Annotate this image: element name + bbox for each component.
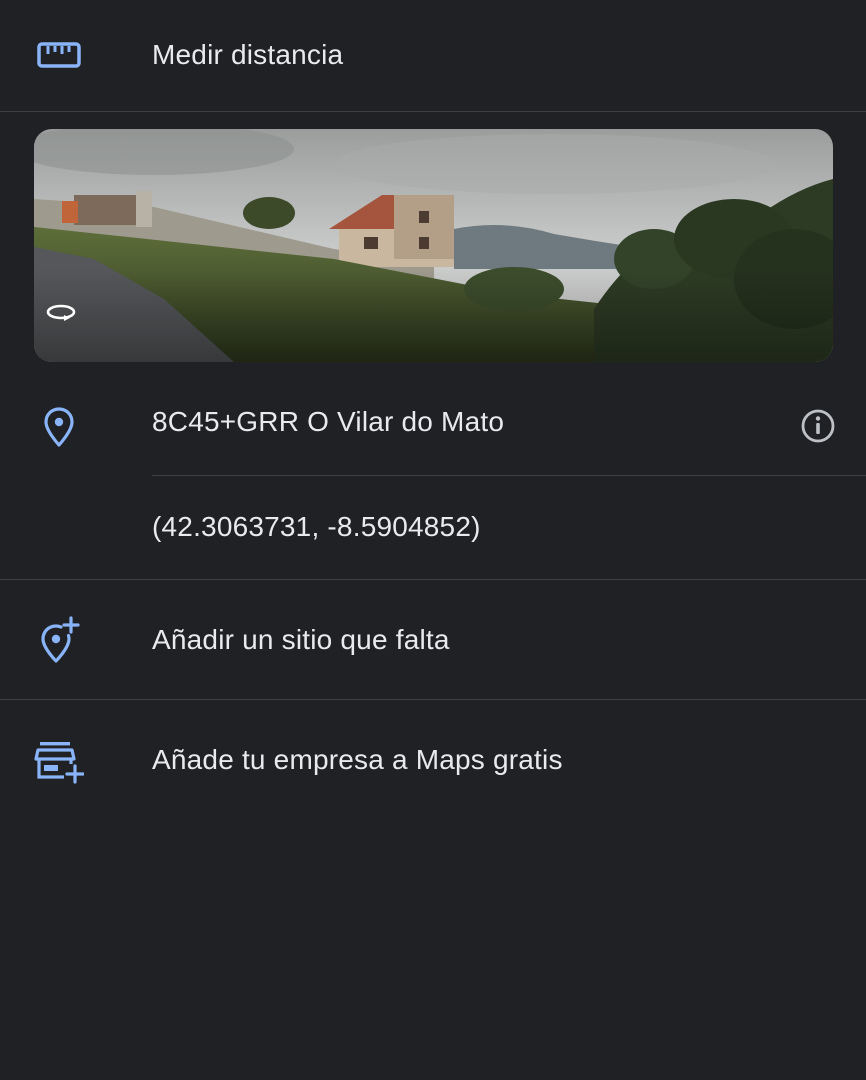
street-view-image (34, 129, 833, 362)
coordinates-label: (42.3063731, -8.5904852) (152, 511, 481, 542)
divider (0, 111, 866, 112)
add-location-icon (32, 612, 86, 666)
divider (0, 579, 866, 580)
add-missing-place-item[interactable]: Añadir un sitio que falta (0, 582, 866, 698)
add-business-icon (32, 734, 86, 788)
measure-distance-label: Medir distancia (152, 39, 344, 70)
add-business-item[interactable]: Añade tu empresa a Maps gratis (0, 702, 866, 818)
divider (152, 475, 866, 476)
location-pin-icon (32, 400, 86, 454)
plus-code-item[interactable]: 8C45+GRR O Vilar do Mato (0, 380, 866, 474)
divider (0, 699, 866, 700)
add-business-label: Añade tu empresa a Maps gratis (152, 744, 563, 775)
coordinates-item[interactable]: (42.3063731, -8.5904852) (0, 478, 866, 578)
info-icon[interactable] (798, 406, 838, 446)
measure-distance-item[interactable]: Medir distancia (0, 0, 866, 110)
ruler-icon (32, 28, 86, 82)
add-missing-place-label: Añadir un sitio que falta (152, 624, 450, 655)
plus-code-label: 8C45+GRR O Vilar do Mato (152, 406, 505, 437)
street-view-thumbnail[interactable] (34, 129, 833, 362)
street-view-360-icon (44, 301, 78, 323)
